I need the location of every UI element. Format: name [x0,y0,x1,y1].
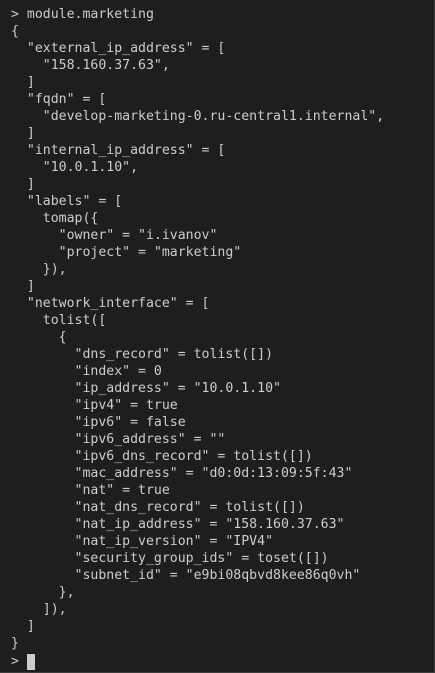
command-line: > module.marketing [11,7,154,22]
output-line: { [11,330,67,345]
prompt-line[interactable]: > [11,653,35,670]
output-line: "owner" = "i.ivanov" [11,228,218,243]
output-line: { [11,24,19,39]
output-line: "ipv4" = true [11,398,178,413]
output-line: } [11,636,19,651]
output-line: ] [11,279,35,294]
output-line: ] [11,126,35,141]
output-line: "ipv6_address" = "" [11,432,226,447]
output-line: tolist([ [11,313,107,328]
output-line: "mac_address" = "d0:0d:13:09:5f:43" [11,466,353,481]
output-line: "nat" = true [11,483,170,498]
output-line: "nat_dns_record" = tolist([]) [11,500,305,515]
output-line: "fqdn" = [ [11,92,107,107]
output-line: "external_ip_address" = [ [11,41,226,56]
output-line: }), [11,262,67,277]
output-line: ] [11,177,35,192]
output-line: "nat_ip_version" = "IPV4" [11,534,274,549]
terminal-window[interactable]: > module.marketing { "external_ip_address… [0,0,435,673]
output-line: "10.0.1.10", [11,160,139,175]
output-line: "nat_ip_address" = "158.160.37.63" [11,517,345,532]
output-line: "ip_address" = "10.0.1.10" [11,381,281,396]
prompt-symbol: > [11,654,27,669]
output-line: "ipv6_dns_record" = tolist([]) [11,449,313,464]
output-line: ]), [11,602,67,617]
output-line: "dns_record" = tolist([]) [11,347,274,362]
output-line: tomap({ [11,211,99,226]
output-line: "project" = "marketing" [11,245,242,260]
output-line: ] [11,619,35,634]
output-line: "ipv6" = false [11,415,186,430]
output-line: "develop-marketing-0.ru-central1.interna… [11,109,385,124]
output-line: "internal_ip_address" = [ [11,143,226,158]
output-line: "subnet_id" = "e9bi08qbvd8kee86q0vh" [11,568,361,583]
output-line: "security_group_ids" = toset([]) [11,551,329,566]
output-line: "labels" = [ [11,194,123,209]
output-line: }, [11,585,75,600]
text-cursor [26,653,35,670]
output-line: ] [11,75,35,90]
terminal-output: > module.marketing { "external_ip_address… [11,6,431,652]
output-line: "network_interface" = [ [11,296,210,311]
output-line: "158.160.37.63", [11,58,170,73]
output-line: "index" = 0 [11,364,162,379]
